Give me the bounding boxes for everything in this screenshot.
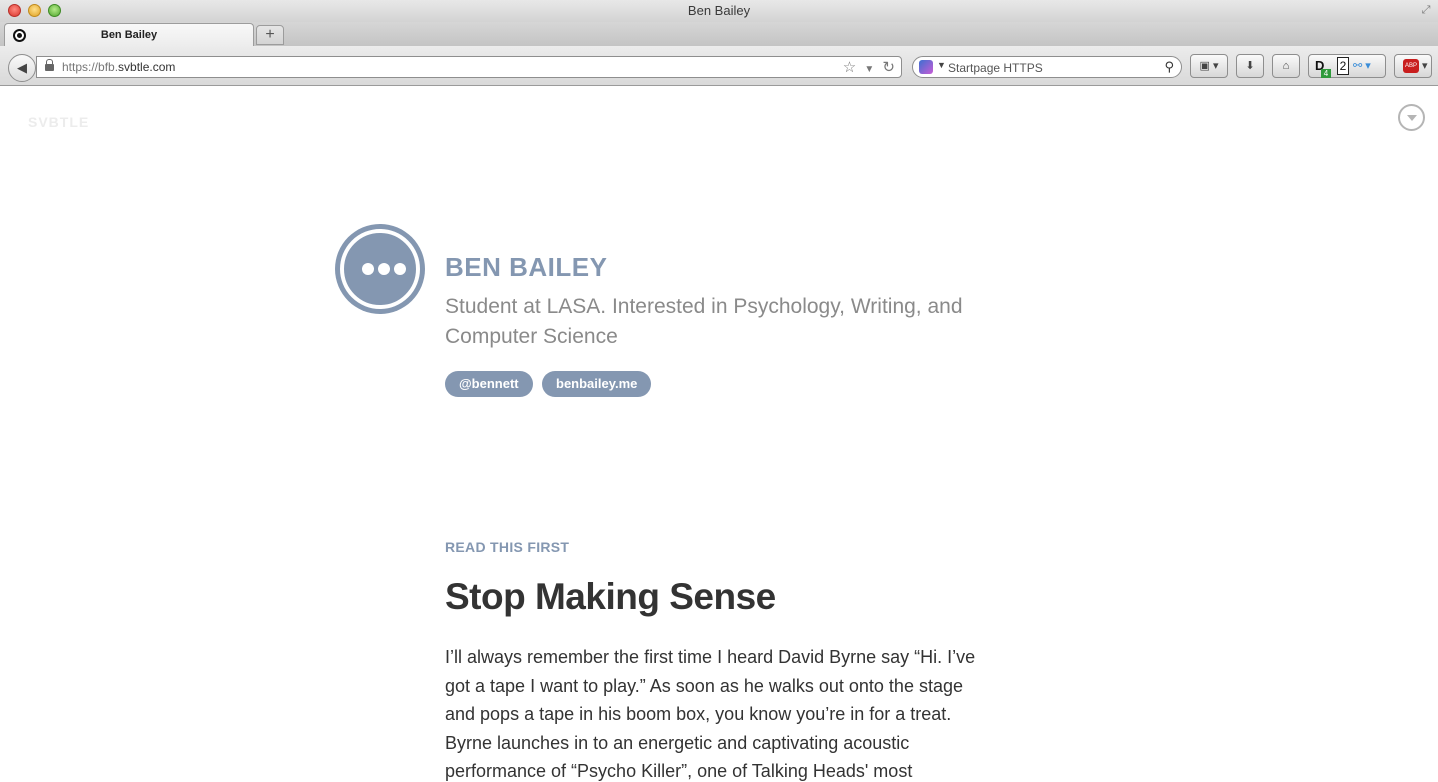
adblock-icon: ABP	[1403, 59, 1419, 73]
share-icon: ⚯ ▾	[1353, 60, 1371, 72]
search-icon[interactable]: ⚲	[1164, 59, 1174, 75]
window-title: Ben Bailey	[687, 3, 751, 18]
avatar-dot	[394, 263, 406, 275]
post-body: I’ll always remember the first time I he…	[445, 643, 1005, 782]
back-button[interactable]: ◀	[8, 54, 36, 82]
tab-strip: Ben Bailey +	[0, 22, 1438, 47]
adblock-dropdown-icon: ▾	[1422, 60, 1428, 72]
avatar-dot	[378, 263, 390, 275]
svbtle-logo[interactable]: SVBTLE	[28, 114, 89, 130]
extensions-button[interactable]: D 4 2 ⚯ ▾	[1308, 54, 1386, 78]
history-dropdown-icon[interactable]: ▼	[864, 64, 874, 75]
url-host: svbtle.com	[118, 60, 176, 74]
featured-label: READ THIS FIRST	[445, 539, 570, 555]
tab-label: Ben Bailey	[100, 29, 158, 41]
title-bar: Ben Bailey ⤢	[0, 0, 1438, 22]
search-input[interactable]: Startpage HTTPS	[948, 61, 1043, 75]
website-link-pill[interactable]: benbailey.me	[542, 371, 652, 397]
post-body-line: got a tape I want to play.” As soon as h…	[445, 675, 963, 696]
post-body-line: Byrne launches in to an energetic and ca…	[445, 732, 910, 753]
bookmark-star-icon[interactable]: ☆	[843, 59, 856, 76]
tab-ben-bailey[interactable]: Ben Bailey	[4, 23, 254, 47]
fullscreen-icon[interactable]: ⤢	[1420, 4, 1432, 16]
post-body-line: performance of “Psycho Killer”, one of T…	[445, 761, 913, 781]
url-bar[interactable]: https://bfb.svbtle.com ☆ ▼ ↻	[36, 56, 902, 78]
menu-dropdown-icon[interactable]	[1398, 104, 1425, 131]
search-engine-dropdown-icon[interactable]: ▼	[937, 60, 946, 70]
post-title[interactable]: Stop Making Sense	[445, 576, 776, 618]
search-bar[interactable]: ▼ Startpage HTTPS ⚲	[912, 56, 1182, 78]
url-scheme: https://bfb.	[62, 60, 119, 74]
author-name[interactable]: BEN BAILEY	[445, 252, 607, 283]
author-bio: Student at LASA. Interested in Psycholog…	[445, 295, 963, 348]
url-text[interactable]: https://bfb.svbtle.com	[62, 60, 175, 74]
bookmarks-menu-button[interactable]: ▣ ▾	[1190, 54, 1228, 78]
avatar	[335, 224, 425, 314]
avatar-dot	[362, 263, 374, 275]
extension-badge: 4	[1321, 69, 1331, 78]
navigation-toolbar: ◀ https://bfb.svbtle.com ☆ ▼ ↻ ▼ Startpa…	[0, 46, 1438, 86]
new-tab-button[interactable]: +	[256, 25, 284, 45]
lock-icon	[45, 59, 54, 72]
counter-badge: 2	[1337, 57, 1349, 75]
page-content: SVBTLE BEN BAILEY Student at LASA. Inter…	[0, 86, 1438, 782]
downloads-button[interactable]: ⬇	[1236, 54, 1264, 78]
adblock-button[interactable]: ABP ▾	[1394, 54, 1432, 78]
post-body-line: I’ll always remember the first time I he…	[445, 647, 976, 667]
reload-icon[interactable]: ↻	[882, 59, 895, 76]
home-button[interactable]: ⌂	[1272, 54, 1300, 78]
post-body-line: and pops a tape in his boom box, you kno…	[445, 704, 952, 724]
search-engine-icon[interactable]	[919, 60, 933, 74]
twitter-link-pill[interactable]: @bennett	[445, 371, 533, 397]
